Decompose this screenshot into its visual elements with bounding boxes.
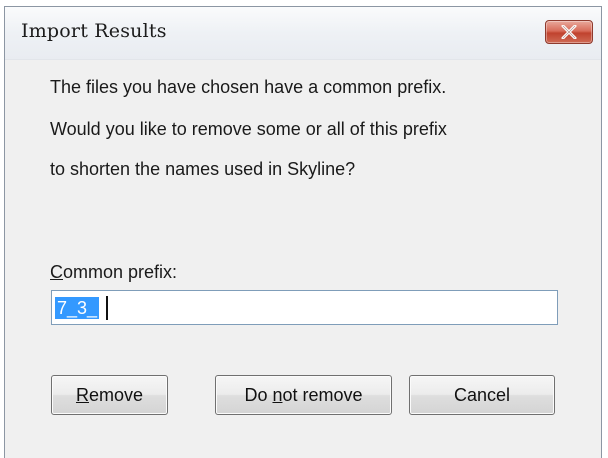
- close-button[interactable]: [545, 20, 593, 44]
- remove-label: emove: [88, 385, 144, 405]
- message-line-3: to shorten the names used in Skyline?: [50, 159, 356, 179]
- remove-button[interactable]: Remove: [51, 375, 168, 415]
- remove-mnemonic: R: [75, 385, 89, 405]
- text-caret: [106, 296, 108, 320]
- title-bar[interactable]: Import Results: [5, 7, 601, 60]
- message-line-1: The files you have chosen have a common …: [50, 77, 447, 97]
- close-x-icon: [561, 25, 577, 39]
- message-line-2: Would you like to remove some or all of …: [50, 119, 447, 139]
- cancel-button[interactable]: Cancel: [409, 375, 555, 415]
- do-not-remove-label-end: ot remove: [282, 385, 363, 405]
- do-not-remove-button[interactable]: Do not remove: [215, 375, 392, 415]
- label-mnemonic: C: [50, 262, 63, 282]
- dialog-title: Import Results: [21, 20, 167, 42]
- common-prefix-input[interactable]: [51, 290, 558, 325]
- import-results-dialog: Import Results The files you have chosen…: [4, 6, 602, 458]
- common-prefix-label: Common prefix:: [50, 262, 177, 283]
- do-not-remove-mnemonic: n: [272, 385, 283, 405]
- do-not-remove-label-start: Do: [244, 385, 273, 405]
- label-text: ommon prefix:: [63, 262, 178, 282]
